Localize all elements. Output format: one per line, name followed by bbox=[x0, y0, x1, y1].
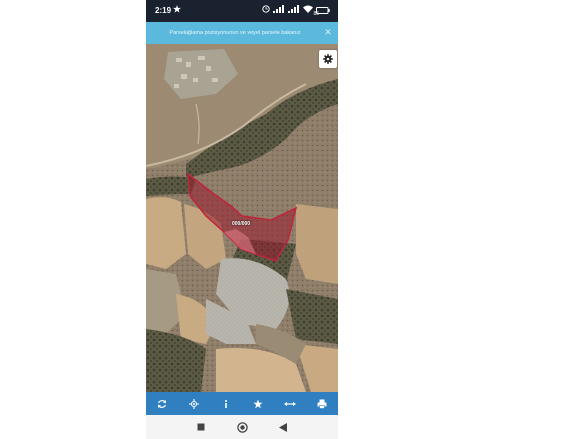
status-bar: 2:19 85 bbox=[146, 0, 338, 22]
android-nav-bar bbox=[146, 415, 338, 439]
gear-icon[interactable] bbox=[319, 50, 337, 68]
wifi-icon bbox=[303, 5, 313, 15]
info-icon[interactable] bbox=[217, 395, 235, 413]
alarm-icon bbox=[262, 5, 270, 15]
close-icon[interactable]: ✕ bbox=[323, 27, 333, 37]
satellite-map[interactable]: 000/000 bbox=[146, 44, 338, 392]
battery-icon: 85 bbox=[313, 6, 330, 17]
bottom-toolbar bbox=[146, 392, 338, 415]
recents-icon[interactable] bbox=[195, 421, 207, 433]
phone-screen: 2:19 85 Parselağlama pozisyonunun ve vey… bbox=[146, 0, 338, 439]
map-imagery bbox=[146, 44, 338, 392]
status-time: 2:19 bbox=[155, 6, 172, 15]
measure-icon[interactable] bbox=[281, 395, 299, 413]
star-icon[interactable] bbox=[249, 395, 267, 413]
home-icon[interactable] bbox=[236, 421, 248, 433]
battery-level: 85 bbox=[313, 11, 319, 17]
notification-star-icon bbox=[173, 5, 181, 15]
parcel-label: 000/000 bbox=[232, 221, 251, 227]
status-tray: 85 bbox=[262, 5, 330, 17]
info-banner: Parselağlama pozisyonunun ve veyel parse… bbox=[146, 22, 338, 44]
refresh-icon[interactable] bbox=[153, 395, 171, 413]
signal-icon bbox=[273, 5, 285, 15]
back-icon[interactable] bbox=[277, 421, 289, 433]
banner-text: Parselağlama pozisyonunun ve veyel parse… bbox=[169, 30, 301, 36]
signal-icon-2 bbox=[288, 5, 300, 15]
locate-icon[interactable] bbox=[185, 395, 203, 413]
print-icon[interactable] bbox=[313, 395, 331, 413]
